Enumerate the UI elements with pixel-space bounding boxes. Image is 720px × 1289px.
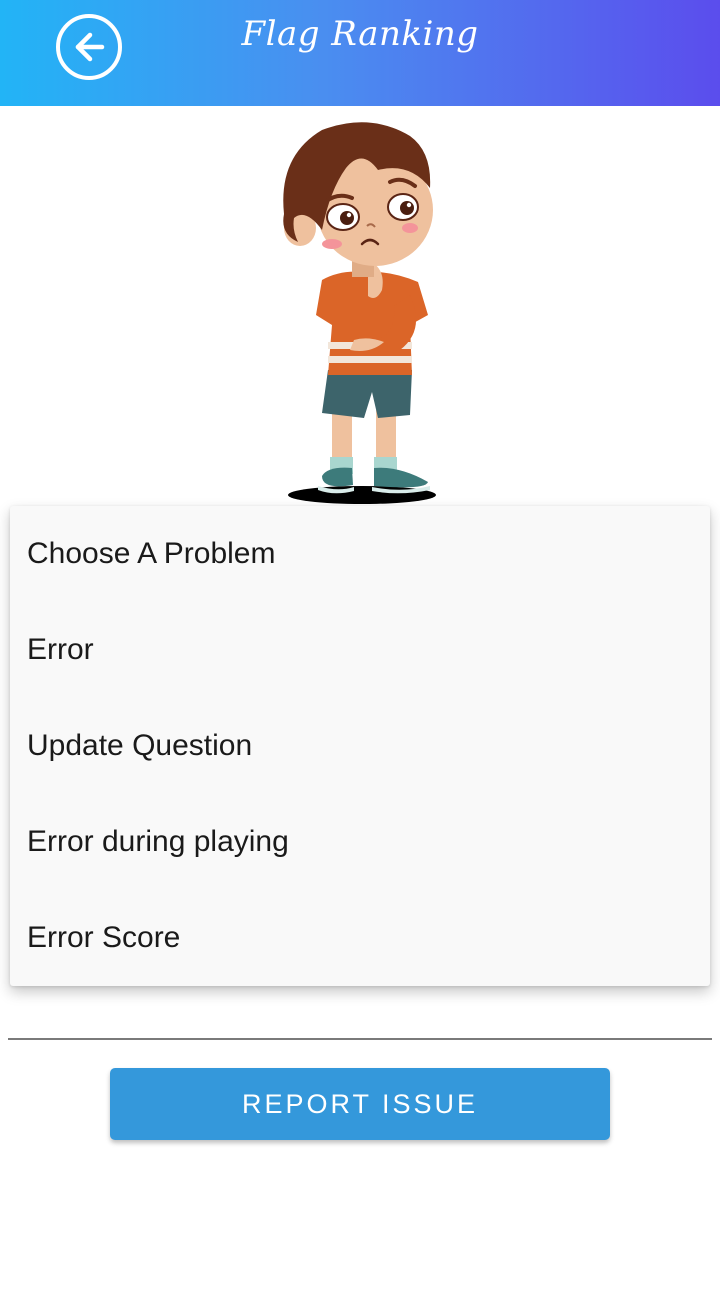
problem-dropdown-menu: Choose A Problem Error Update Question E…	[10, 506, 710, 986]
page-title: Flag Ranking	[241, 14, 479, 54]
menu-item-update-question[interactable]: Update Question	[10, 698, 710, 794]
app-header: Flag Ranking	[0, 0, 720, 106]
thinking-boy-illustration	[283, 122, 436, 504]
menu-item-error-during-playing[interactable]: Error during playing	[10, 794, 710, 890]
divider	[8, 1038, 712, 1040]
menu-item-error-score[interactable]: Error Score	[10, 890, 710, 986]
menu-item-error[interactable]: Error	[10, 602, 710, 698]
menu-item-choose-a-problem[interactable]: Choose A Problem	[10, 506, 710, 602]
report-issue-button[interactable]: REPORT ISSUE	[110, 1068, 610, 1140]
